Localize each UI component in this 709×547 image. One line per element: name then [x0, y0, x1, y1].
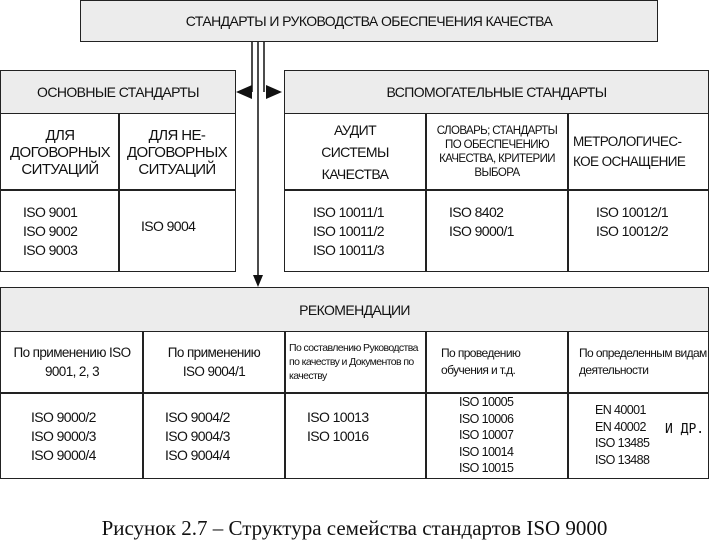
- main-title: ОСНОВНЫЕ СТАНДАРТЫ: [37, 84, 200, 100]
- aux-col-label: АУДИТ СИСТЕМЫ КАЧЕСТВА: [321, 122, 389, 182]
- standard-item: EN 40001: [595, 403, 646, 417]
- standard-item: ISO 9004/3: [165, 428, 230, 444]
- standard-item: ISO 9003: [23, 242, 78, 258]
- aux-col-label: СЛОВАРЬ; СТАНДАРТЫ ПО ОБЕСПЕЧЕНИЮ КАЧЕСТ…: [436, 125, 558, 179]
- standard-item: ISO 10011/1: [313, 204, 385, 220]
- main-standards-box: ОСНОВНЫЕ СТАНДАРТЫ ДЛЯ ДОГОВОРНЫХ СИТУАЦ…: [0, 70, 236, 272]
- standard-item: ISO 10005: [459, 395, 514, 409]
- rec-col-items: ISO 9004/2 ISO 9004/3 ISO 9004/4: [165, 408, 230, 465]
- standard-item: ISO 8402: [449, 204, 504, 220]
- figure-caption: Рисунок 2.7 – Структура семейства станда…: [101, 516, 608, 540]
- main-col-label: ДЛЯ НЕ-ДОГОВОРНЫХ СИТУАЦИЙ: [126, 126, 228, 178]
- arrow-left-icon: [236, 85, 252, 99]
- rec-title: РЕКОМЕНДАЦИИ: [299, 301, 410, 318]
- etc-note: и др.: [665, 422, 705, 437]
- arrow-right-icon: [266, 85, 282, 99]
- standard-item: ISO 13488: [595, 452, 650, 467]
- main-col-items: ISO 9004: [141, 217, 196, 236]
- aux-header: ВСПОМОГАТЕЛЬНЫЕ СТАНДАРТЫ: [285, 71, 708, 114]
- standard-item: ISO 9000/3: [31, 428, 96, 444]
- standard-item: ISO 10007: [459, 428, 514, 442]
- rec-col-items: ISO 10005 ISO 10006 ISO 10007 ISO 10014 …: [459, 394, 514, 477]
- standard-item: ISO 9002: [23, 223, 78, 239]
- standard-item: ISO 9000/2: [31, 409, 96, 425]
- aux-col-items: ISO 10012/1 ISO 10012/2: [596, 203, 669, 241]
- rec-col-label: По проведению обучения и т.д.: [441, 346, 521, 377]
- standard-item: ISO 10016: [307, 428, 369, 444]
- rec-col-label: По определенным видам деятельности: [579, 346, 707, 377]
- rec-col-label: По составлению Руководства по качеству и…: [289, 342, 418, 382]
- rec-col-items: ISO 9000/2 ISO 9000/3 ISO 9000/4: [31, 408, 96, 465]
- standard-item: ISO 9000/4: [31, 447, 96, 463]
- rec-col-label: По применению ISO 9001, 2, 3: [13, 345, 131, 379]
- standard-item: ISO 10012/2: [596, 223, 669, 239]
- arrow-down-icon: [253, 275, 263, 287]
- standard-item: ISO 9001: [23, 204, 78, 220]
- standard-item: ISO 10013: [307, 409, 369, 425]
- rec-col-items: EN 40001 EN 40002 ISO 13485 ISO 13488: [595, 402, 650, 468]
- standard-item: ISO 9000/1: [449, 223, 514, 239]
- standard-item: ISO 9004/2: [165, 409, 230, 425]
- standard-item: ISO 13485: [595, 436, 650, 450]
- standard-item: ISO 10014: [459, 444, 514, 459]
- aux-col-items: ISO 8402 ISO 9000/1: [449, 203, 514, 241]
- standard-item: ISO 10011/3: [313, 242, 385, 258]
- aux-col-items: ISO 10011/1 ISO 10011/2 ISO 10011/3: [313, 203, 385, 260]
- main-header: ОСНОВНЫЕ СТАНДАРТЫ: [1, 71, 235, 114]
- standard-item: ISO 10015: [459, 461, 514, 475]
- standard-item: ISO 9004/4: [165, 447, 230, 463]
- standard-item: ISO 9004: [141, 218, 196, 234]
- standard-item: ISO 10012/1: [596, 204, 669, 220]
- rec-col-items: ISO 10013 ISO 10016: [307, 408, 369, 446]
- recommendations-box: РЕКОМЕНДАЦИИ По применению ISO 9001, 2, …: [0, 287, 709, 479]
- aux-standards-box: ВСПОМОГАТЕЛЬНЫЕ СТАНДАРТЫ АУДИТ СИСТЕМЫ …: [284, 70, 709, 272]
- standard-item: EN 40002: [595, 419, 646, 434]
- aux-col-label: МЕТРОЛОГИЧЕС-КОЕ ОСНАЩЕНИЕ: [573, 134, 686, 169]
- aux-title: ВСПОМОГАТЕЛЬНЫЕ СТАНДАРТЫ: [386, 84, 607, 100]
- rec-header: РЕКОМЕНДАЦИИ: [1, 288, 708, 332]
- main-col-items: ISO 9001 ISO 9002 ISO 9003: [23, 203, 78, 260]
- standard-item: ISO 10011/2: [313, 223, 385, 239]
- main-col-label: ДЛЯ ДОГОВОРНЫХ СИТУАЦИЙ: [9, 126, 111, 178]
- rec-col-label: По применению ISO 9004/1: [167, 345, 261, 379]
- standard-item: ISO 10006: [459, 411, 514, 426]
